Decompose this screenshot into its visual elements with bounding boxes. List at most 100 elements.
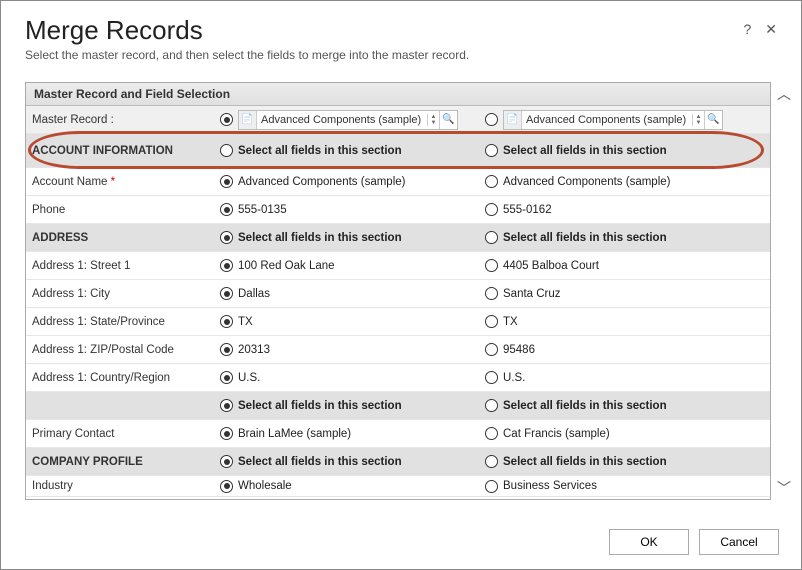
field-label: Address 1: Country/Region: [26, 368, 216, 388]
field-radio-b[interactable]: [485, 371, 498, 384]
master-radio-b[interactable]: [485, 113, 498, 126]
merge-grid: Master Record and Field Selection Master…: [25, 82, 771, 500]
field-radio-b[interactable]: [485, 315, 498, 328]
section-label: COMPANY PROFILE: [26, 452, 216, 472]
master-radio-a[interactable]: [220, 113, 233, 126]
select-all-a-text: Select all fields in this section: [238, 400, 402, 412]
master-dropdown-a[interactable]: 📄 Advanced Components (sample) ▲▼ 🔍: [238, 110, 458, 130]
field-radio-b[interactable]: [485, 259, 498, 272]
select-all-b-text: Select all fields in this section: [503, 145, 667, 157]
section-company-profile: COMPANY PROFILE Select all fields in thi…: [26, 448, 770, 476]
row-street: Address 1: Street 1 100 Red Oak Lane 440…: [26, 252, 770, 280]
field-value-b: TX: [503, 316, 518, 328]
section-address: ADDRESS Select all fields in this sectio…: [26, 224, 770, 252]
field-value-b: Santa Cruz: [503, 288, 561, 300]
field-label: Phone: [26, 200, 216, 220]
select-all-a-radio[interactable]: [220, 455, 233, 468]
field-value-b: 95486: [503, 344, 535, 356]
ok-button[interactable]: OK: [609, 529, 689, 555]
spinner-icon[interactable]: ▲▼: [427, 114, 439, 126]
field-value-a: Wholesale: [238, 480, 292, 492]
select-all-a-radio[interactable]: [220, 231, 233, 244]
section-label: [26, 402, 216, 410]
doc-icon: 📄: [504, 111, 522, 129]
grid-title: Master Record and Field Selection: [26, 83, 770, 106]
field-radio-a[interactable]: [220, 427, 233, 440]
field-value-b: 555-0162: [503, 204, 552, 216]
section-blank: Select all fields in this section Select…: [26, 392, 770, 420]
field-radio-b[interactable]: [485, 203, 498, 216]
field-value-a: 555-0135: [238, 204, 287, 216]
master-dropdown-b[interactable]: 📄 Advanced Components (sample) ▲▼ 🔍: [503, 110, 723, 130]
field-label: Address 1: State/Province: [26, 312, 216, 332]
row-phone: Phone 555-0135 555-0162: [26, 196, 770, 224]
field-value-b: U.S.: [503, 372, 525, 384]
field-radio-b[interactable]: [485, 480, 498, 493]
field-value-b: Advanced Components (sample): [503, 176, 670, 188]
field-radio-b[interactable]: [485, 287, 498, 300]
select-all-a-text: Select all fields in this section: [238, 456, 402, 468]
field-value-b: Business Services: [503, 480, 597, 492]
row-industry: Industry Wholesale Business Services: [26, 476, 770, 497]
row-master-record: Master Record : 📄 Advanced Components (s…: [26, 106, 770, 134]
field-label: Address 1: Street 1: [26, 256, 216, 276]
select-all-b-radio[interactable]: [485, 455, 498, 468]
field-radio-a[interactable]: [220, 480, 233, 493]
field-label: Industry: [26, 476, 216, 496]
field-radio-a[interactable]: [220, 343, 233, 356]
row-city: Address 1: City Dallas Santa Cruz: [26, 280, 770, 308]
select-all-a-radio[interactable]: [220, 144, 233, 157]
field-value-a: Dallas: [238, 288, 270, 300]
select-all-a-text: Select all fields in this section: [238, 145, 402, 157]
spinner-icon[interactable]: ▲▼: [692, 114, 704, 126]
field-value-a: TX: [238, 316, 253, 328]
row-zip: Address 1: ZIP/Postal Code 20313 95486: [26, 336, 770, 364]
field-label: Primary Contact: [26, 424, 216, 444]
master-record-label: Master Record :: [26, 110, 216, 130]
chevron-up-icon[interactable]: ︿: [777, 84, 791, 104]
close-icon[interactable]: ✕: [765, 21, 777, 38]
field-radio-a[interactable]: [220, 175, 233, 188]
row-account-name: Account Name * Advanced Components (samp…: [26, 168, 770, 196]
field-radio-a[interactable]: [220, 315, 233, 328]
row-state: Address 1: State/Province TX TX: [26, 308, 770, 336]
select-all-b-radio[interactable]: [485, 399, 498, 412]
select-all-b-text: Select all fields in this section: [503, 400, 667, 412]
field-value-b: 4405 Balboa Court: [503, 260, 599, 272]
chevron-down-icon[interactable]: ﹀: [777, 478, 791, 498]
dialog-title: Merge Records: [25, 15, 203, 46]
field-value-a: Brain LaMee (sample): [238, 428, 351, 440]
field-radio-b[interactable]: [485, 343, 498, 356]
section-label: ADDRESS: [26, 228, 216, 248]
field-radio-b[interactable]: [485, 175, 498, 188]
field-radio-a[interactable]: [220, 287, 233, 300]
doc-icon: 📄: [239, 111, 257, 129]
select-all-b-text: Select all fields in this section: [503, 456, 667, 468]
row-primary-contact: Primary Contact Brain LaMee (sample) Cat…: [26, 420, 770, 448]
select-all-a-text: Select all fields in this section: [238, 232, 402, 244]
section-account-info: ACCOUNT INFORMATION Select all fields in…: [26, 134, 770, 168]
lookup-icon[interactable]: 🔍: [704, 111, 722, 129]
lookup-icon[interactable]: 🔍: [439, 111, 457, 129]
scrollbar[interactable]: ︿ ﹀: [775, 82, 793, 500]
field-value-a: U.S.: [238, 372, 260, 384]
section-label: ACCOUNT INFORMATION: [26, 141, 216, 161]
cancel-button[interactable]: Cancel: [699, 529, 779, 555]
field-radio-a[interactable]: [220, 371, 233, 384]
field-label: Address 1: City: [26, 284, 216, 304]
field-value-b: Cat Francis (sample): [503, 428, 610, 440]
field-label: Address 1: ZIP/Postal Code: [26, 340, 216, 360]
required-star: *: [111, 176, 115, 188]
field-value-a: 100 Red Oak Lane: [238, 260, 335, 272]
field-radio-b[interactable]: [485, 427, 498, 440]
field-radio-a[interactable]: [220, 259, 233, 272]
dialog-subtitle: Select the master record, and then selec…: [25, 48, 777, 62]
field-value-a: Advanced Components (sample): [238, 176, 405, 188]
master-dropdown-a-text: Advanced Components (sample): [257, 114, 427, 126]
select-all-a-radio[interactable]: [220, 399, 233, 412]
select-all-b-radio[interactable]: [485, 231, 498, 244]
help-icon[interactable]: ?: [743, 21, 751, 38]
field-radio-a[interactable]: [220, 203, 233, 216]
select-all-b-radio[interactable]: [485, 144, 498, 157]
field-value-a: 20313: [238, 344, 270, 356]
